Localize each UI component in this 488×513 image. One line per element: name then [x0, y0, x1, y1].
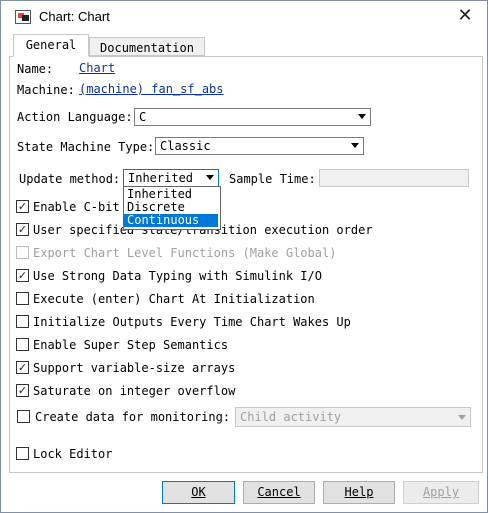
monitoring-value: Child activity	[240, 410, 342, 424]
machine-label: Machine:	[17, 83, 75, 97]
name-label: Name:	[17, 62, 54, 76]
cancel-button[interactable]: Cancel	[243, 481, 315, 504]
title-bar[interactable]: Chart: Chart ✕	[1, 1, 487, 33]
help-button-label: Help	[344, 485, 374, 499]
super-step-label: Enable Super Step Semantics	[33, 338, 229, 352]
close-icon[interactable]: ✕	[453, 4, 477, 28]
update-method-select[interactable]: Inherited	[123, 169, 219, 187]
execution-order-checkbox[interactable]: ✓	[16, 223, 29, 236]
state-machine-type-select[interactable]: Classic	[155, 137, 364, 155]
chevron-down-icon	[458, 415, 466, 420]
apply-button-label: Apply	[422, 485, 460, 499]
ok-button-label: OK	[191, 485, 206, 499]
variable-size-arrays-label: Support variable-size arrays	[33, 361, 236, 375]
apply-button: Apply	[403, 481, 479, 504]
super-step-checkbox[interactable]	[16, 338, 29, 351]
state-machine-type-value: Classic	[160, 139, 211, 153]
enable-c-bit-label: Enable C-bit	[33, 200, 120, 214]
tab-documentation[interactable]: Documentation	[89, 37, 205, 56]
action-language-select[interactable]: C	[134, 108, 371, 126]
strong-data-typing-checkbox[interactable]: ✓	[16, 269, 29, 282]
initialize-outputs-label: Initialize Outputs Every Time Chart Wake…	[33, 315, 351, 329]
initialize-outputs-checkbox[interactable]	[16, 315, 29, 328]
saturate-overflow-label: Saturate on integer overflow	[33, 384, 236, 398]
strong-data-typing-label: Use Strong Data Typing with Simulink I/O	[33, 269, 322, 283]
tab-bar: General Documentation	[9, 34, 483, 57]
sample-time-label: Sample Time:	[229, 172, 316, 186]
chevron-down-icon	[206, 175, 214, 180]
action-language-label: Action Language:	[17, 110, 133, 124]
dropdown-option-continuous[interactable]: Continuous	[124, 214, 218, 227]
lock-editor-checkbox[interactable]	[16, 447, 29, 460]
cancel-button-label: Cancel	[257, 485, 301, 499]
create-monitoring-checkbox[interactable]	[17, 410, 30, 423]
chart-app-icon	[15, 10, 31, 24]
state-machine-type-label: State Machine Type:	[17, 140, 155, 154]
chevron-down-icon	[358, 114, 366, 119]
lock-editor-label: Lock Editor	[33, 447, 113, 461]
action-language-value: C	[139, 110, 147, 124]
sample-time-input[interactable]	[319, 169, 469, 187]
create-monitoring-label: Create data for monitoring:	[35, 410, 231, 424]
saturate-overflow-checkbox[interactable]: ✓	[16, 384, 29, 397]
execute-at-init-checkbox[interactable]	[16, 292, 29, 305]
chevron-down-icon	[351, 143, 359, 148]
help-button[interactable]: Help	[323, 481, 395, 504]
tab-general[interactable]: General	[13, 34, 89, 57]
export-functions-checkbox	[16, 246, 29, 259]
ok-button[interactable]: OK	[162, 481, 235, 504]
update-method-label: Update method:	[19, 172, 121, 186]
monitoring-select: Child activity	[235, 407, 471, 427]
variable-size-arrays-checkbox[interactable]: ✓	[16, 361, 29, 374]
export-functions-label: Export Chart Level Functions (Make Globa…	[33, 246, 337, 260]
update-method-dropdown: Inherited Discrete Continuous	[123, 186, 221, 230]
name-link[interactable]: Chart	[79, 61, 115, 75]
enable-c-bit-checkbox[interactable]: ✓	[16, 200, 29, 213]
execute-at-init-label: Execute (enter) Chart At Initialization	[33, 292, 315, 306]
window-title: Chart: Chart	[39, 9, 110, 24]
update-method-value: Inherited	[128, 171, 194, 185]
machine-link[interactable]: (machine) fan_sf_abs	[79, 82, 224, 96]
dialog-window: Chart: Chart ✕ General Documentation Nam…	[0, 0, 488, 513]
